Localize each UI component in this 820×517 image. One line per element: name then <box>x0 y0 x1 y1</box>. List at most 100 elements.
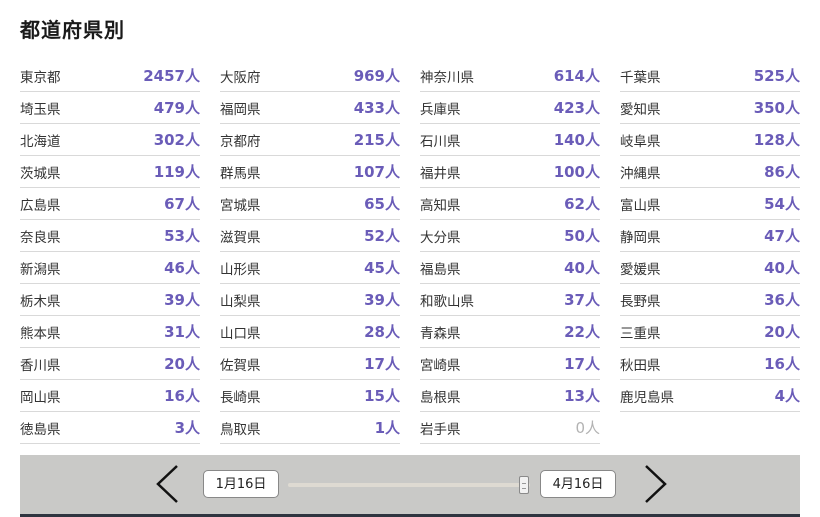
prefecture-name: 愛媛県 <box>620 261 661 278</box>
prefecture-name: 徳島県 <box>20 421 61 438</box>
date-slider-bar: 1月16日 4月16日 <box>20 455 800 517</box>
prefecture-name: 山口県 <box>220 325 261 342</box>
prefecture-name: 宮城県 <box>220 197 261 214</box>
prefecture-column: 千葉県 525人 愛知県 350人 岐阜県 128人 沖縄県 86人 富山県 54人 静岡県 47人愛… <box>620 60 800 444</box>
prefecture-row: 茨城県 119人 <box>20 156 200 188</box>
prefecture-name: 奈良県 <box>20 229 61 246</box>
case-count: 31人 <box>164 323 200 341</box>
prefecture-row: 千葉県 525人 <box>620 60 800 92</box>
prefecture-row: 愛知県 350人 <box>620 92 800 124</box>
case-count: 1人 <box>374 419 400 437</box>
case-count: 54人 <box>764 195 800 213</box>
prefecture-row: 福島県 40人 <box>420 252 600 284</box>
next-button[interactable] <box>640 463 670 505</box>
prefecture-name: 茨城県 <box>20 165 61 182</box>
case-count: 525人 <box>753 67 800 85</box>
prefecture-name: 岡山県 <box>20 389 61 406</box>
prefecture-row: 愛媛県 40人 <box>620 252 800 284</box>
case-count: 20人 <box>764 323 800 341</box>
prefecture-name: 石川県 <box>420 133 461 150</box>
prefecture-name: 長野県 <box>620 293 661 310</box>
prefecture-name: 鹿児島県 <box>620 389 674 406</box>
case-count: 479人 <box>153 99 200 117</box>
prefecture-name: 山形県 <box>220 261 261 278</box>
case-count: 0人 <box>575 419 600 437</box>
case-count: 215人 <box>353 131 400 149</box>
prefecture-name: 兵庫県 <box>420 101 461 118</box>
case-count: 22人 <box>564 323 600 341</box>
case-count: 39人 <box>364 291 400 309</box>
case-count: 4人 <box>774 387 800 405</box>
end-date-button[interactable]: 4月16日 <box>540 470 616 498</box>
prefecture-name: 島根県 <box>420 389 461 406</box>
case-count: 433人 <box>353 99 400 117</box>
prefecture-row: 和歌山県 37人 <box>420 284 600 316</box>
prefecture-row: 三重県 20人 <box>620 316 800 348</box>
prefecture-name: 愛知県 <box>620 101 661 118</box>
start-date-button[interactable]: 1月16日 <box>203 470 279 498</box>
prefecture-name: 沖縄県 <box>620 165 661 182</box>
case-count: 86人 <box>764 163 800 181</box>
prefecture-name: 岐阜県 <box>620 133 661 150</box>
chevron-right-icon <box>645 465 667 503</box>
case-count: 107人 <box>353 163 400 181</box>
prefecture-row: 栃木県 39人 <box>20 284 200 316</box>
prefecture-row: 滋賀県 52人 <box>220 220 400 252</box>
case-count: 100人 <box>553 163 600 181</box>
prefecture-row: 山口県 28人 <box>220 316 400 348</box>
prefecture-row: 東京都 2457人 <box>20 60 200 92</box>
case-count: 53人 <box>164 227 200 245</box>
case-count: 40人 <box>764 259 800 277</box>
prefecture-name: 静岡県 <box>620 229 661 246</box>
prefecture-row: 兵庫県 423人 <box>420 92 600 124</box>
prefecture-row: 佐賀県 17人 <box>220 348 400 380</box>
case-count: 350人 <box>753 99 800 117</box>
case-count: 614人 <box>553 67 600 85</box>
date-slider-handle[interactable] <box>519 476 529 494</box>
prefecture-row: 長野県 36人 <box>620 284 800 316</box>
prefecture-name: 三重県 <box>620 325 661 342</box>
prev-button[interactable] <box>153 463 183 505</box>
prefecture-name: 広島県 <box>20 197 61 214</box>
prefecture-column: 神奈川県 614人 兵庫県 423人石川県 140人福井県 100人高知県 62人大分県 50… <box>420 60 600 444</box>
prefecture-name: 北海道 <box>20 133 61 150</box>
case-count: 17人 <box>364 355 400 373</box>
case-count: 128人 <box>753 131 800 149</box>
prefecture-row: 山梨県 39人 <box>220 284 400 316</box>
prefecture-name: 宮崎県 <box>420 357 461 374</box>
case-count: 2457人 <box>143 67 200 85</box>
prefecture-name: 山梨県 <box>220 293 261 310</box>
prefecture-name: 香川県 <box>20 357 61 374</box>
prefecture-name: 埼玉県 <box>20 101 61 118</box>
prefecture-row: 石川県 140人 <box>420 124 600 156</box>
case-count: 302人 <box>153 131 200 149</box>
prefecture-name: 秋田県 <box>620 357 661 374</box>
prefecture-name: 新潟県 <box>20 261 61 278</box>
prefecture-row: 高知県 62人 <box>420 188 600 220</box>
case-count: 28人 <box>364 323 400 341</box>
prefecture-name: 福島県 <box>420 261 461 278</box>
prefecture-name: 大分県 <box>420 229 461 246</box>
prefecture-row: 島根県 13人 <box>420 380 600 412</box>
prefecture-grid: 東京都 2457人埼玉県 479人北海道 302人茨城県 119人広島県 67人奈良県 53… <box>20 60 800 444</box>
case-count: 119人 <box>153 163 200 181</box>
case-count: 47人 <box>764 227 800 245</box>
case-count: 140人 <box>553 131 600 149</box>
prefecture-row: 京都府 215人 <box>220 124 400 156</box>
date-slider-track[interactable] <box>288 483 530 487</box>
prefecture-row: 福井県 100人 <box>420 156 600 188</box>
prefecture-row: 長崎県 15人 <box>220 380 400 412</box>
prefecture-name: 鳥取県 <box>220 421 261 438</box>
case-count: 37人 <box>564 291 600 309</box>
prefecture-row: 神奈川県 614人 <box>420 60 600 92</box>
case-count: 45人 <box>364 259 400 277</box>
case-count: 50人 <box>564 227 600 245</box>
prefecture-row: 静岡県 47人 <box>620 220 800 252</box>
prefecture-row: 宮崎県 17人 <box>420 348 600 380</box>
prefecture-row: 広島県 67人 <box>20 188 200 220</box>
prefecture-name: 熊本県 <box>20 325 61 342</box>
prefecture-row: 奈良県 53人 <box>20 220 200 252</box>
case-count: 62人 <box>564 195 600 213</box>
prefecture-row: 岡山県 16人 <box>20 380 200 412</box>
prefecture-name: 高知県 <box>420 197 461 214</box>
